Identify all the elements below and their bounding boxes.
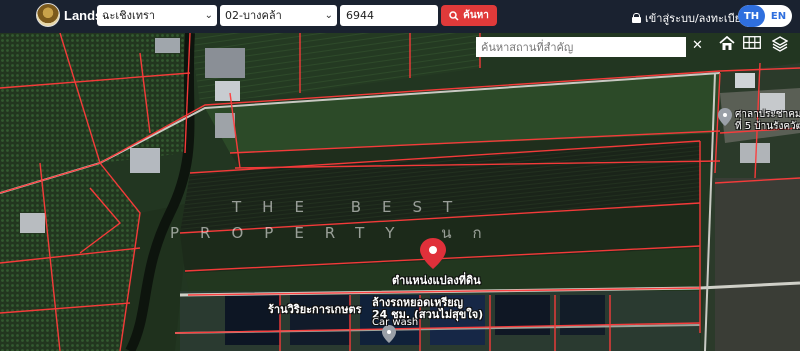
home-icon [719,36,735,50]
district-select-value: 02-บางคล้า [225,9,282,22]
home-button[interactable] [719,36,741,58]
grid-icon [743,36,761,49]
poi-label-shop: ร้านวิริยะการเกษตร [268,303,362,316]
chevron-down-icon: ⌄ [324,10,333,21]
layers-icon [772,36,788,52]
chevron-down-icon: ⌄ [204,10,213,21]
login-link[interactable]: เข้าสู่ระบบ/ลงทะเบียน [632,9,749,27]
layers-button[interactable] [772,36,794,58]
watermark-line-1: THE BEST [232,198,474,216]
lock-icon [632,13,641,23]
top-navbar: LandsMaps ฉะเชิงเทรา ⌄ 02-บางคล้า ⌄ ค้นห… [0,0,800,33]
login-label: เข้าสู่ระบบ/ลงทะเบียน [645,12,749,25]
landsmaps-logo[interactable] [36,3,60,27]
province-select-value: ฉะเชิงเทรา [102,9,156,22]
lang-th-button[interactable]: TH [738,5,765,27]
search-button-label: ค้นหา [463,10,489,21]
language-toggle: TH EN [738,5,792,27]
parcel-number-input[interactable] [340,5,438,26]
parcel-marker-label: ตำแหน่งแปลงที่ดิน [392,274,481,287]
watermark-line-2: PROPERTY นก [170,224,503,242]
poi-label-carwash-en: Car wash [372,317,419,328]
search-button[interactable]: ค้นหา [441,5,497,26]
grid-button[interactable] [743,36,765,58]
place-search-input[interactable] [476,37,686,57]
poi-label-hall-2: ที่ 5 บ้านรังควัฒ [735,121,800,132]
province-select[interactable]: ฉะเชิงเทรา ⌄ [97,5,217,26]
close-icon[interactable]: ✕ [692,38,703,53]
search-icon [449,10,459,21]
lang-en-button[interactable]: EN [765,5,792,27]
satellite-map[interactable]: THE BEST PROPERTY นก ตำแหน่งแปลงที่ดิน ร… [0,33,800,351]
district-select[interactable]: 02-บางคล้า ⌄ [220,5,337,26]
